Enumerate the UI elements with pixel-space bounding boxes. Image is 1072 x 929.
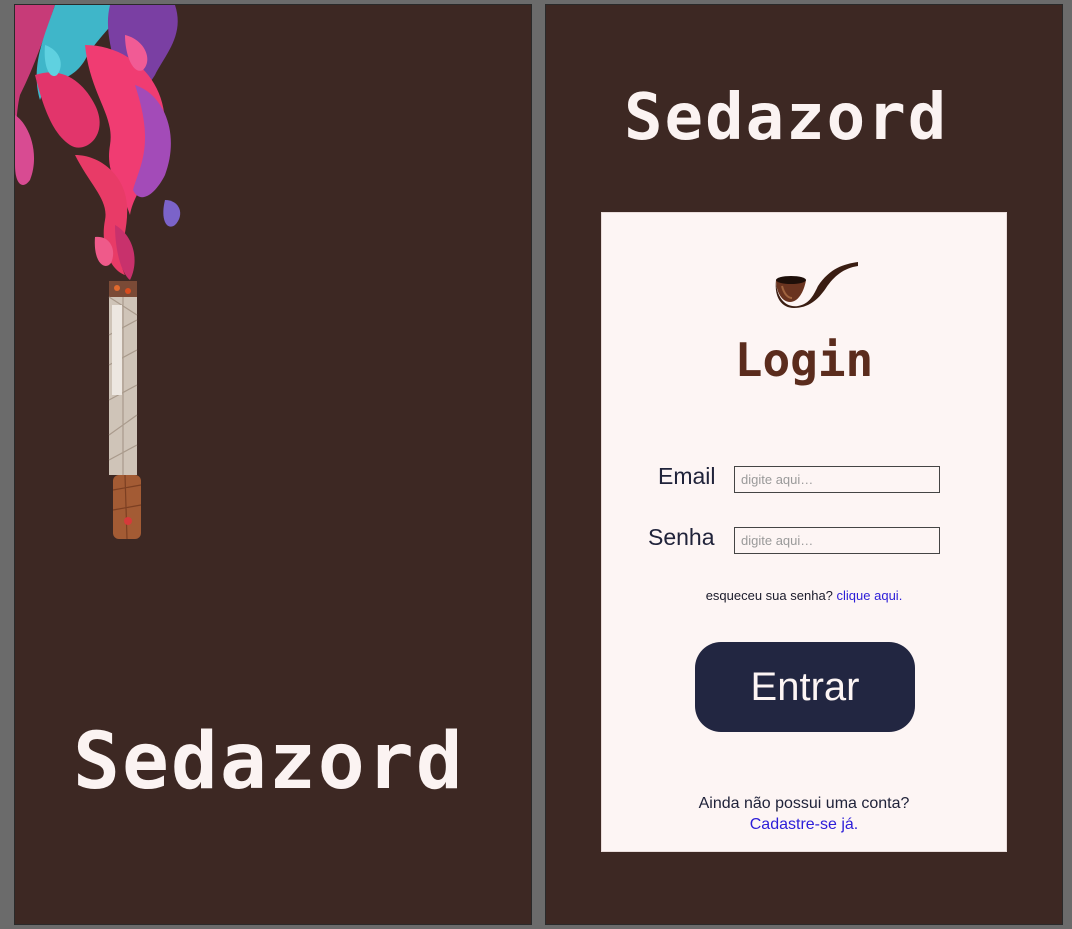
email-input[interactable]	[734, 466, 940, 493]
splash-brand-title: Sedazord	[73, 717, 465, 807]
splash-screen: Sedazord	[14, 4, 532, 925]
login-title: Login	[734, 333, 874, 387]
forgot-password-link[interactable]: clique aqui.	[837, 588, 903, 603]
tobacco-pipe-icon	[775, 262, 858, 308]
signup-block: Ainda não possui uma conta? Cadastre-se …	[602, 793, 1006, 835]
password-input[interactable]	[734, 527, 940, 554]
enter-button[interactable]: Entrar	[695, 642, 915, 732]
email-label: Email	[658, 463, 716, 489]
forgot-password-row: esqueceu sua senha? clique aqui.	[602, 588, 1006, 603]
login-screen: Sedazord Login Email Senha esqueceu sua …	[545, 4, 1063, 925]
login-card: Login Email Senha esqueceu sua senha? cl…	[601, 212, 1007, 852]
password-label: Senha	[648, 524, 715, 550]
login-brand-title: Sedazord	[624, 81, 949, 155]
no-account-text: Ainda não possui uma conta?	[698, 795, 910, 812]
cigarette-smoke-illustration	[15, 5, 181, 540]
forgot-password-text: esqueceu sua senha?	[705, 588, 833, 603]
signup-link[interactable]: Cadastre-se já.	[602, 814, 1006, 835]
